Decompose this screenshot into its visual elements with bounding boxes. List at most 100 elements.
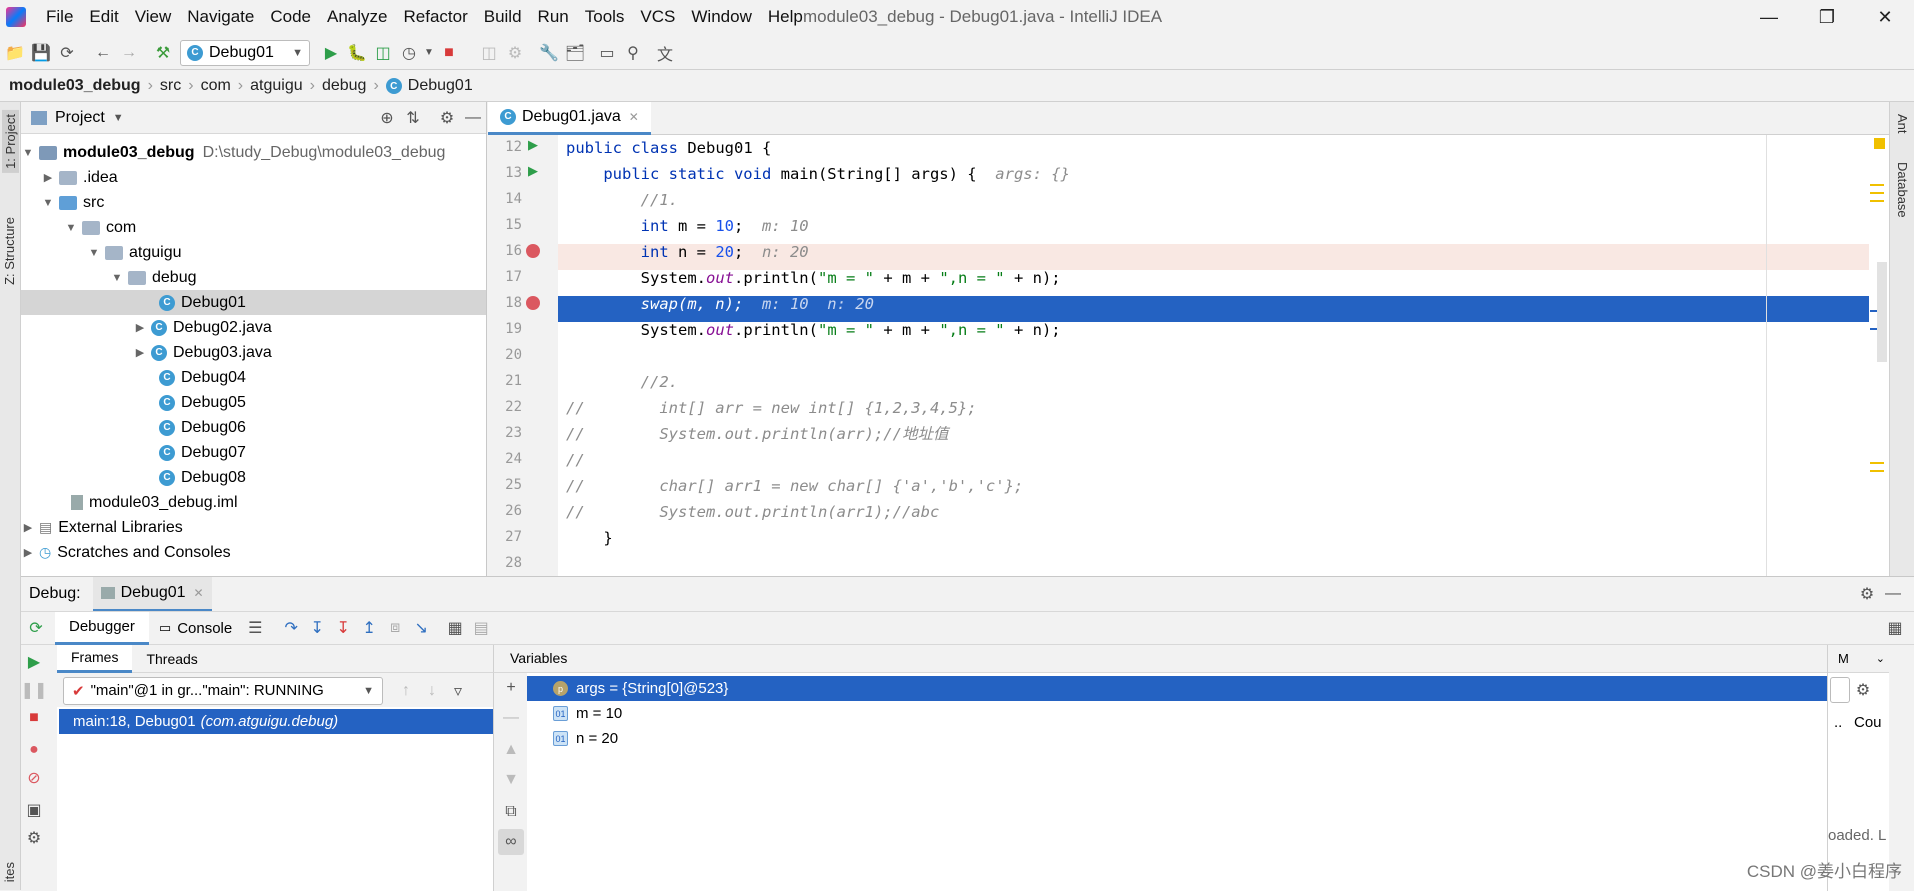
expanded-arrow-icon[interactable]: ▼ — [110, 272, 124, 284]
code-line-24[interactable]: // — [566, 447, 585, 473]
code-line-19[interactable]: System.out.println("m = " + m + ",n = " … — [566, 317, 1061, 343]
menu-code[interactable]: Code — [262, 7, 319, 27]
menu-view[interactable]: View — [127, 7, 180, 27]
up-arrow-icon[interactable]: ↑ — [393, 678, 419, 704]
close-icon[interactable]: ✕ — [1856, 0, 1914, 34]
run-config-select[interactable]: C Debug01 ▼ — [180, 40, 310, 66]
menu-refactor[interactable]: Refactor — [395, 7, 475, 27]
thread-select[interactable]: ✔ "main"@1 in gr..."main": RUNNING ▼ — [63, 677, 383, 705]
menu-edit[interactable]: Edit — [81, 7, 126, 27]
gear-icon[interactable]: ⚙ — [434, 105, 460, 131]
filter-icon[interactable]: ▿ — [445, 678, 471, 704]
debug-session-tab[interactable]: Debug01 ✕ — [93, 577, 212, 611]
code-line-25[interactable]: // char[] arr1 = new char[] {'a','b','c'… — [566, 473, 1023, 499]
move-down-icon[interactable]: ▼ — [498, 767, 524, 793]
wrench-icon[interactable]: 🔧 — [536, 40, 562, 66]
copy-icon[interactable]: ⧉ — [498, 799, 524, 825]
tree-node-root[interactable]: ▼ module03_debug D:\study_Debug\module03… — [21, 140, 445, 165]
code-line-27[interactable]: } — [566, 525, 613, 551]
inspection-status-icon[interactable] — [1874, 138, 1885, 149]
variable-row[interactable]: p args = {String[0]@523} — [527, 676, 1827, 701]
stop-icon[interactable]: ■ — [21, 705, 47, 731]
menu-tools[interactable]: Tools — [577, 7, 633, 27]
code-line-18[interactable]: swap(m, n); m: 10 n: 20 — [566, 291, 874, 317]
chevron-down-icon[interactable]: ▼ — [113, 112, 124, 124]
restore-icon[interactable]: ❐ — [1798, 0, 1856, 34]
settings-icon[interactable]: ⚙ — [21, 825, 47, 851]
step-out-icon[interactable]: ↥ — [356, 615, 382, 641]
evaluate-expression-icon[interactable]: ▦ — [442, 615, 468, 641]
breakpoint-icon[interactable] — [526, 296, 540, 310]
run-gutter-icon[interactable]: ▶ — [528, 163, 538, 179]
tree-node-debug05[interactable]: CDebug05 — [159, 390, 246, 415]
code-line-26[interactable]: // System.out.println(arr1);//abc — [566, 499, 939, 525]
collapsed-arrow-icon[interactable]: ▶ — [21, 546, 35, 559]
translate-icon[interactable]: 文 — [652, 40, 678, 66]
warning-stripe[interactable] — [1870, 462, 1884, 464]
collapse-all-icon[interactable]: ⇅ — [400, 105, 426, 131]
collapsed-arrow-icon[interactable]: ▶ — [133, 346, 147, 359]
menu-lines-icon[interactable]: ☰ — [242, 615, 268, 641]
menu-navigate[interactable]: Navigate — [179, 7, 262, 27]
tree-node-src[interactable]: ▼src — [41, 190, 104, 215]
chevron-down-icon[interactable]: ▼ — [422, 40, 436, 66]
chevron-down-icon[interactable]: ⌄ — [1876, 652, 1885, 665]
breadcrumb-item[interactable]: module03_debug — [2, 77, 148, 95]
layout-icon[interactable]: ▦ — [1882, 615, 1908, 641]
tree-node-debug[interactable]: ▼debug — [110, 265, 197, 290]
tree-node-debug02[interactable]: ▶CDebug02.java — [133, 315, 272, 340]
minimize-icon[interactable]: — — [1740, 0, 1798, 34]
expanded-arrow-icon[interactable]: ▼ — [87, 247, 101, 259]
step-into-icon[interactable]: ↧ — [304, 615, 330, 641]
tree-node-external-libraries[interactable]: ▶▤External Libraries — [21, 515, 183, 540]
code-line-23[interactable]: // System.out.println(arr);//地址值 — [566, 421, 948, 447]
warning-stripe[interactable] — [1870, 200, 1884, 202]
breadcrumb-item[interactable]: debug — [315, 77, 374, 95]
editor-scrollbar[interactable] — [1877, 262, 1887, 362]
project-side-tab[interactable]: 1: Project — [2, 110, 19, 173]
editor-tab-debug01[interactable]: C Debug01.java ✕ — [488, 102, 651, 135]
tree-node-idea[interactable]: ▶.idea — [41, 165, 118, 190]
view-breakpoints-icon[interactable]: ● — [21, 737, 47, 763]
attach-icon[interactable]: ◫ — [476, 40, 502, 66]
tab-console[interactable]: ▭Console — [149, 612, 242, 645]
debug-bug-icon[interactable]: 🐛 — [344, 40, 370, 66]
rerun-icon[interactable]: ⟳ — [21, 615, 51, 641]
stop-icon[interactable]: ■ — [436, 40, 462, 66]
warning-stripe[interactable] — [1870, 192, 1884, 194]
breadcrumb-item[interactable]: atguigu — [243, 77, 310, 95]
tree-node-debug01[interactable]: CDebug01 — [21, 290, 486, 315]
expanded-arrow-icon[interactable]: ▼ — [41, 197, 55, 209]
warning-stripe[interactable] — [1870, 470, 1884, 472]
tree-node-debug07[interactable]: CDebug07 — [159, 440, 246, 465]
variable-row[interactable]: 01 n = 20 — [553, 726, 618, 751]
code-line-21[interactable]: //2. — [566, 369, 678, 395]
tree-node-com[interactable]: ▼com — [64, 215, 136, 240]
breadcrumb-item[interactable]: CDebug01 — [379, 77, 480, 95]
code-line-13[interactable]: public static void main(String[] args) {… — [566, 161, 1070, 187]
hide-icon[interactable]: — — [460, 105, 486, 131]
tree-node-debug08[interactable]: CDebug08 — [159, 465, 246, 490]
menu-build[interactable]: Build — [476, 7, 530, 27]
terminal-icon[interactable]: ▭ — [594, 40, 620, 66]
close-tab-icon[interactable]: ✕ — [194, 586, 204, 600]
locate-icon[interactable]: ⊕ — [374, 105, 400, 131]
code-line-16[interactable]: int n = 20; n: 20 — [566, 239, 809, 265]
hide-icon[interactable]: — — [1880, 581, 1906, 607]
expanded-arrow-icon[interactable]: ▼ — [64, 222, 78, 234]
open-folder-icon[interactable]: 📁 — [2, 40, 28, 66]
tree-node-scratches[interactable]: ▶◷Scratches and Consoles — [21, 540, 231, 565]
menu-run[interactable]: Run — [530, 7, 577, 27]
camera-icon[interactable]: ▣ — [21, 797, 47, 823]
mute-breakpoints-icon[interactable]: ⊘ — [21, 765, 47, 791]
code-line-14[interactable]: //1. — [566, 187, 678, 213]
project-structure-icon[interactable]: 🗂 — [562, 40, 588, 66]
add-watch-icon[interactable]: + — [498, 675, 524, 701]
expanded-arrow-icon[interactable]: ▼ — [21, 147, 35, 159]
code-line-17[interactable]: System.out.println("m = " + m + ",n = " … — [566, 265, 1061, 291]
tree-node-iml[interactable]: module03_debug.iml — [71, 490, 238, 515]
tab-debugger[interactable]: Debugger — [55, 612, 149, 645]
run-to-cursor-icon[interactable]: ↘ — [408, 615, 434, 641]
pause-icon[interactable]: ❚❚ — [21, 677, 47, 703]
structure-side-tab[interactable]: Z: Structure — [2, 217, 17, 285]
